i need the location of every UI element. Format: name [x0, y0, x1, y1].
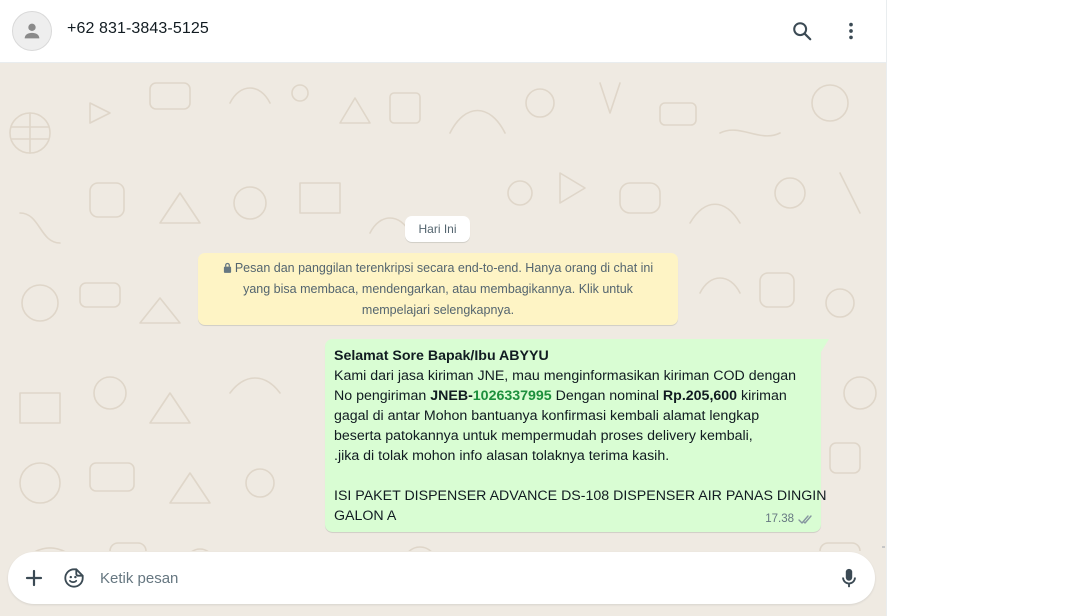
message-meta: 17.38: [765, 509, 814, 529]
composer-bar: [0, 551, 887, 616]
scrollbar[interactable]: [882, 546, 885, 548]
sticker-icon: [64, 568, 84, 588]
sticker-button[interactable]: [59, 563, 89, 593]
message-line: .jika di tolak mohon info alasan tolakny…: [334, 448, 670, 464]
search-icon: [793, 22, 812, 41]
panel-divider: [886, 0, 887, 616]
attach-button[interactable]: [19, 563, 49, 593]
encryption-notice-line-3: mempelajari selengkapnya.: [361, 303, 515, 317]
search-button[interactable]: [787, 16, 817, 46]
message-greeting: Selamat Sore Bapak/Ibu ABYYU: [334, 348, 549, 364]
contact-avatar[interactable]: [12, 11, 52, 51]
date-divider: Hari Ini: [405, 216, 470, 242]
message-line: Kami dari jasa kiriman JNE, mau menginfo…: [334, 368, 797, 384]
outgoing-message-bubble[interactable]: Selamat Sore Bapak/Ibu ABYYU Kami dari j…: [325, 339, 829, 532]
chat-header: +62 831-3843-5125: [0, 0, 887, 63]
message-input[interactable]: [100, 563, 820, 593]
message-blank-line: [334, 466, 812, 486]
encryption-notice-line-2: yang bisa membaca, mendengarkan, atau me…: [243, 282, 633, 296]
message-text: kiriman: [737, 388, 787, 404]
cod-amount: Rp.205,600: [662, 388, 738, 404]
microphone-icon: [842, 568, 856, 588]
plus-icon: [25, 569, 43, 587]
contact-name[interactable]: +62 831-3843-5125: [67, 20, 209, 38]
message-text: Dengan nominal: [551, 388, 663, 404]
voice-message-button[interactable]: [834, 563, 864, 593]
message-line: No pengiriman JNEB-1026337995 Dengan nom…: [334, 386, 812, 406]
encryption-notice-line-1: Pesan dan panggilan terenkripsi secara e…: [234, 261, 654, 275]
bubble-tail: [821, 339, 829, 352]
lock-icon: [223, 262, 231, 273]
tracking-prefix: JNEB-: [430, 388, 473, 404]
kebab-menu-icon: [849, 22, 853, 40]
person-icon: [24, 23, 40, 39]
chat-window: +62 831-3843-5125 Hari Ini Pesan dan pan…: [0, 0, 887, 616]
message-line: gagal di antar Mohon bantuanya konfirmas…: [334, 408, 760, 424]
message-time: 17.38: [765, 513, 794, 525]
menu-button[interactable]: [836, 16, 866, 46]
composer: [8, 552, 875, 604]
message-line: ISI PAKET DISPENSER ADVANCE DS-108 DISPE…: [334, 488, 827, 504]
message-list[interactable]: Hari Ini Pesan dan panggilan terenkripsi…: [0, 63, 887, 551]
double-check-icon: [798, 514, 812, 524]
encryption-notice[interactable]: Pesan dan panggilan terenkripsi secara e…: [198, 253, 678, 325]
tracking-number-link[interactable]: 1026337995: [473, 388, 552, 404]
message-line: GALON A: [334, 508, 397, 524]
message-text: No pengiriman: [334, 388, 431, 404]
message-line: beserta patokannya untuk mempermudah pro…: [334, 428, 753, 444]
